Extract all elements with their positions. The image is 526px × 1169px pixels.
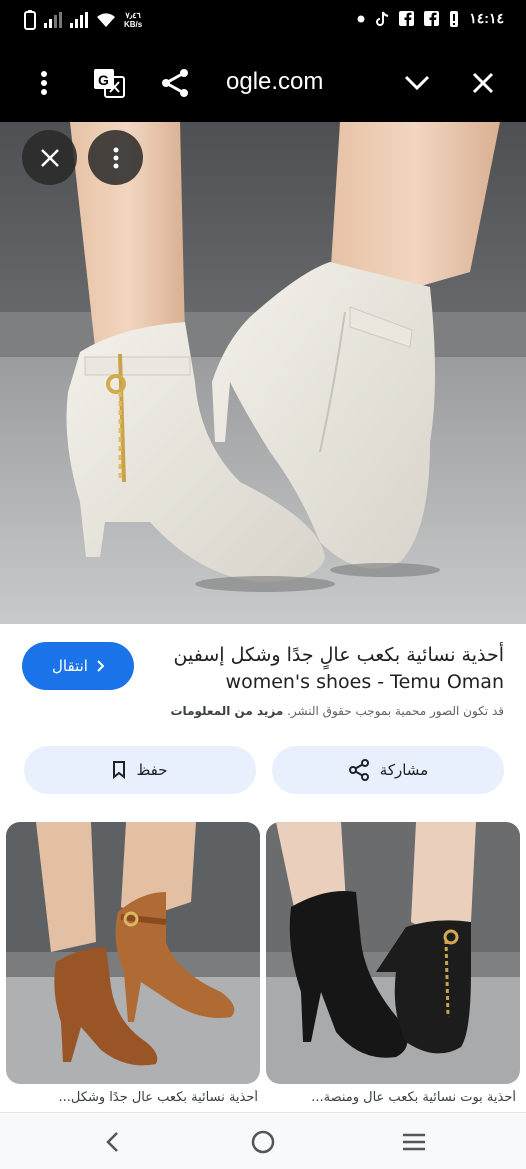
- browser-toolbar: G ogle.com: [0, 44, 526, 122]
- result-title-arabic: أحذية نسائية بكعب عالٍ جدًا وشكل إسفين: [173, 644, 504, 666]
- chevron-down-icon[interactable]: [400, 66, 434, 100]
- result-title[interactable]: أحذية نسائية بكعب عالٍ جدًا وشكل إسفين w…: [164, 642, 504, 696]
- dot-icon: [357, 15, 365, 22]
- tiktok-icon: [376, 11, 389, 26]
- save-button[interactable]: حفظ: [24, 746, 256, 794]
- status-bar: ٧٫٤٦ KB/s ١٤:١٤: [0, 0, 526, 44]
- visit-button[interactable]: انتقال: [22, 642, 134, 690]
- result-details: أحذية نسائية بكعب عالٍ جدًا وشكل إسفين w…: [0, 624, 526, 822]
- more-info-link[interactable]: مزيد من المعلومات: [171, 704, 284, 718]
- copyright-text: قد تكون الصور محمية بموجب حقوق النشر.: [287, 704, 504, 718]
- system-nav-bar: [0, 1112, 526, 1169]
- recent-apps-icon[interactable]: [399, 1127, 429, 1157]
- share-icon: [348, 759, 369, 781]
- wifi-icon: [97, 13, 115, 27]
- url-text[interactable]: ogle.com: [226, 68, 323, 96]
- more-vert-icon: [113, 147, 118, 168]
- image-menu-button[interactable]: [88, 130, 143, 185]
- related-caption-1[interactable]: أحذية نسائية بكعب عال جدًا وشكل...: [8, 1090, 258, 1105]
- facebook-icon-2: [424, 11, 440, 26]
- more-vert-icon[interactable]: [27, 66, 61, 100]
- share-button[interactable]: مشاركة: [272, 746, 504, 794]
- close-viewer-button[interactable]: [22, 130, 77, 185]
- save-label: حفظ: [136, 761, 168, 779]
- signal-icon: [44, 12, 62, 28]
- facebook-icon: [399, 11, 415, 26]
- related-image-black-boots[interactable]: [266, 822, 520, 1084]
- battery-icon: [24, 10, 36, 30]
- copyright-notice: قد تكون الصور محمية بموجب حقوق النشر. مز…: [171, 704, 505, 718]
- close-icon: [40, 148, 59, 167]
- share-icon[interactable]: [158, 66, 192, 100]
- status-clock: ١٤:١٤: [469, 10, 504, 26]
- alert-icon: [450, 10, 459, 27]
- share-label: مشاركة: [379, 761, 429, 779]
- visit-label: انتقال: [52, 657, 88, 675]
- close-icon[interactable]: [466, 66, 500, 100]
- related-image-brown-boots[interactable]: [6, 822, 260, 1084]
- svg-text:G: G: [98, 72, 109, 88]
- home-icon[interactable]: [248, 1127, 278, 1157]
- signal-icon-2: [70, 12, 88, 28]
- result-title-english: women's shoes - Temu Oman: [225, 671, 504, 693]
- chevron-right-icon: [97, 660, 104, 672]
- translate-icon[interactable]: G: [92, 66, 126, 100]
- back-icon[interactable]: [97, 1127, 127, 1157]
- bookmark-icon: [113, 761, 126, 779]
- related-caption-2[interactable]: أحذية بوت نسائية بكعب عال ومنصة...: [266, 1090, 516, 1105]
- main-product-image[interactable]: [0, 122, 526, 624]
- net-speed: ٧٫٤٦ KB/s: [124, 11, 143, 29]
